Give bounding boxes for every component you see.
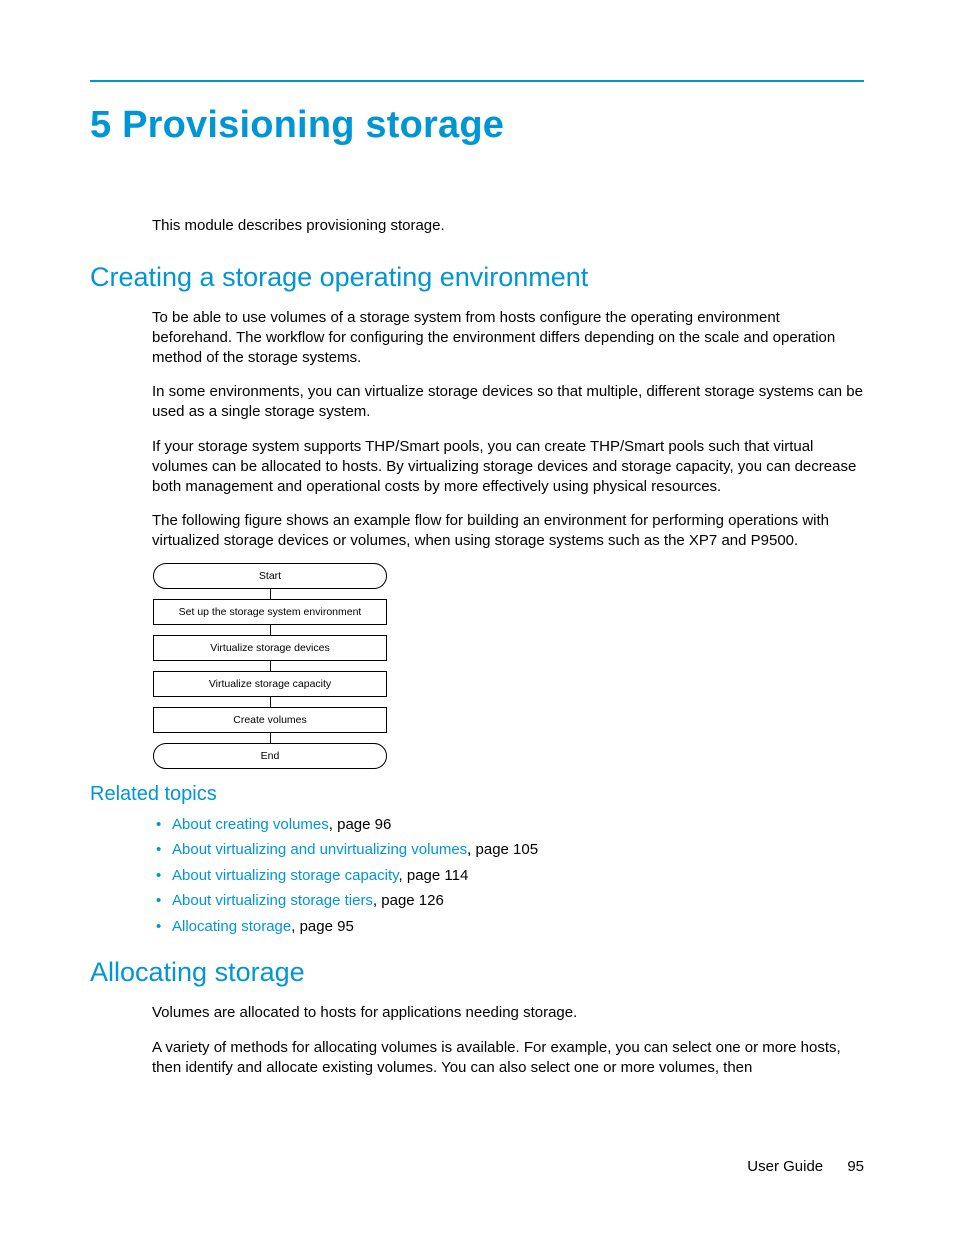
related-link[interactable]: About virtualizing and unvirtualizing vo… xyxy=(172,841,467,858)
related-suffix: , page 105 xyxy=(467,841,538,858)
creating-paragraph-1: To be able to use volumes of a storage s… xyxy=(152,308,864,367)
related-suffix: , page 126 xyxy=(373,892,444,909)
flow-step-4: Create volumes xyxy=(153,707,387,733)
related-link[interactable]: About creating volumes xyxy=(172,816,329,833)
chapter-title: 5 Provisioning storage xyxy=(90,104,864,147)
allocating-paragraph-2: A variety of methods for allocating volu… xyxy=(152,1038,864,1078)
creating-paragraph-4: The following figure shows an example fl… xyxy=(152,511,864,551)
flow-connector xyxy=(270,697,271,707)
page-footer: User Guide 95 xyxy=(747,1158,864,1175)
related-suffix: , page 95 xyxy=(291,918,354,935)
footer-label: User Guide xyxy=(747,1158,823,1175)
related-link[interactable]: About virtualizing storage capacity xyxy=(172,867,399,884)
page-number: 95 xyxy=(847,1158,864,1175)
top-rule xyxy=(90,80,864,82)
flow-connector xyxy=(270,661,271,671)
intro-paragraph: This module describes provisioning stora… xyxy=(152,217,864,234)
flowchart: Start Set up the storage system environm… xyxy=(152,563,388,769)
related-item: Allocating storage, page 95 xyxy=(172,914,864,940)
related-link[interactable]: About virtualizing storage tiers xyxy=(172,892,373,909)
flow-end: End xyxy=(153,743,387,769)
chapter-number: 5 xyxy=(90,104,111,146)
flow-connector xyxy=(270,589,271,599)
flow-connector xyxy=(270,733,271,743)
flow-start: Start xyxy=(153,563,387,589)
related-item: About virtualizing storage capacity, pag… xyxy=(172,863,864,889)
related-topics-list: About creating volumes, page 96 About vi… xyxy=(152,812,864,940)
section-heading-creating: Creating a storage operating environment xyxy=(90,262,864,293)
creating-paragraph-2: In some environments, you can virtualize… xyxy=(152,382,864,422)
related-suffix: , page 114 xyxy=(399,867,469,884)
creating-paragraph-3: If your storage system supports THP/Smar… xyxy=(152,437,864,496)
related-item: About creating volumes, page 96 xyxy=(172,812,864,838)
section-heading-allocating: Allocating storage xyxy=(90,957,864,988)
flow-connector xyxy=(270,625,271,635)
allocating-paragraph-1: Volumes are allocated to hosts for appli… xyxy=(152,1003,864,1023)
flow-step-2: Virtualize storage devices xyxy=(153,635,387,661)
related-topics-heading: Related topics xyxy=(90,783,864,806)
related-suffix: , page 96 xyxy=(329,816,392,833)
chapter-name: Provisioning storage xyxy=(122,104,504,146)
related-item: About virtualizing and unvirtualizing vo… xyxy=(172,837,864,863)
related-item: About virtualizing storage tiers, page 1… xyxy=(172,888,864,914)
related-link[interactable]: Allocating storage xyxy=(172,918,291,935)
flow-step-1: Set up the storage system environment xyxy=(153,599,387,625)
page: 5 Provisioning storage This module descr… xyxy=(0,0,954,1235)
flow-step-3: Virtualize storage capacity xyxy=(153,671,387,697)
